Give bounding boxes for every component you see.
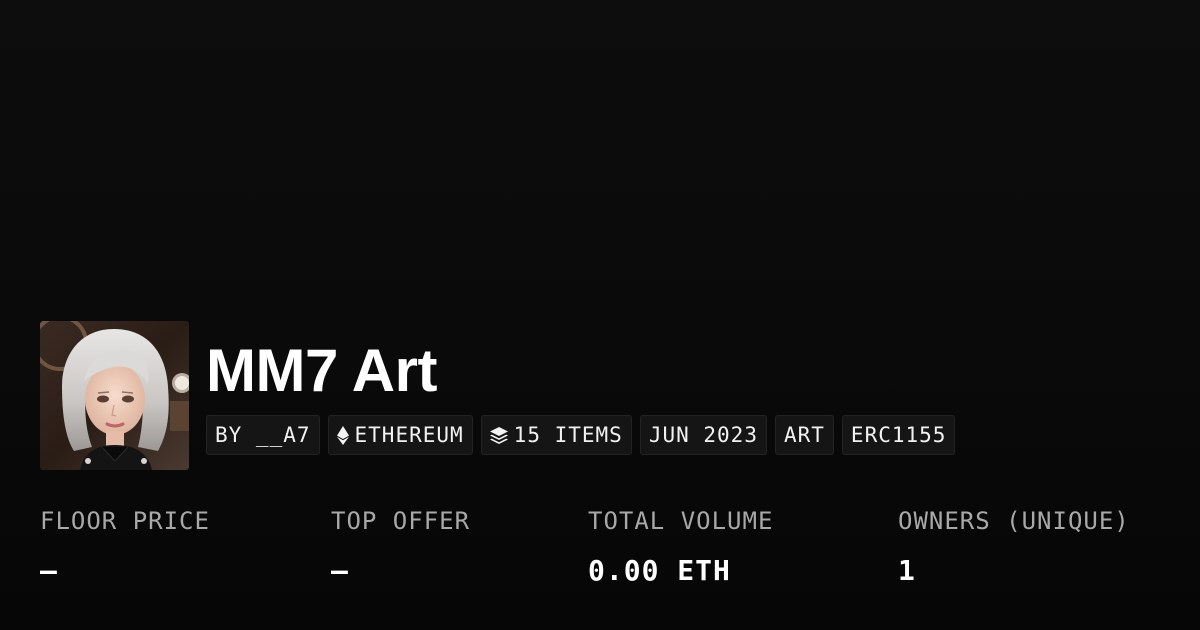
standard-tag: ERC1155 — [841, 415, 956, 455]
collection-avatar — [40, 321, 189, 470]
total-volume-value: 0.00 ETH — [588, 554, 731, 587]
collection-title: MM7 Art — [206, 337, 437, 404]
top-offer-label: TOP OFFER — [331, 507, 471, 535]
total-volume-stat: TOTAL VOLUME 0.00 ETH — [588, 502, 773, 590]
category-label: ART — [783, 423, 825, 447]
chain-label: ETHEREUM — [354, 423, 464, 447]
total-volume-label: TOTAL VOLUME — [588, 507, 774, 535]
items-label: 15 ITEMS — [513, 423, 623, 447]
chain-tag[interactable]: ETHEREUM — [327, 415, 473, 455]
avatar-portrait-image — [40, 321, 189, 470]
top-offer-stat: TOP OFFER — — [331, 502, 470, 590]
owners-value: 1 — [898, 554, 916, 587]
floor-price-value: — — [40, 554, 58, 587]
collection-share-card: MM7 Art BY __A7 ETHEREUM 15 ITEMS JUN 20… — [0, 0, 1200, 630]
floor-price-stat: FLOOR PRICE — — [40, 502, 210, 590]
items-tag[interactable]: 15 ITEMS — [480, 415, 632, 455]
layers-icon — [489, 426, 508, 444]
date-tag: JUN 2023 — [639, 415, 767, 455]
collection-tags: BY __A7 ETHEREUM 15 ITEMS JUN 2023 ART E… — [206, 415, 956, 455]
owners-label: OWNERS (UNIQUE) — [898, 507, 1130, 535]
creator-tag[interactable]: BY __A7 — [206, 415, 320, 455]
date-label: JUN 2023 — [648, 423, 758, 447]
ethereum-icon — [336, 425, 349, 445]
creator-label: BY __A7 — [215, 423, 311, 447]
floor-price-label: FLOOR PRICE — [40, 507, 210, 535]
top-offer-value: — — [331, 554, 349, 587]
owners-stat: OWNERS (UNIQUE) 1 — [898, 502, 1130, 590]
category-tag[interactable]: ART — [774, 415, 834, 455]
standard-label: ERC1155 — [850, 423, 947, 447]
